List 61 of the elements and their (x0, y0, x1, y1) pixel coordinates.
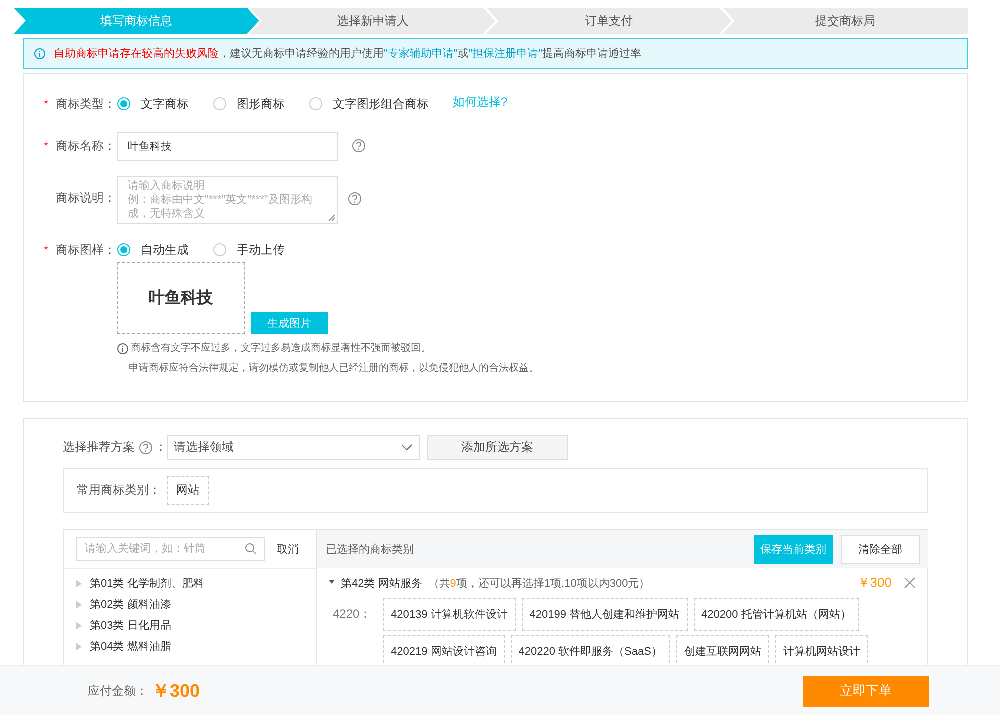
triangle-right-icon (76, 600, 82, 608)
field-label: 商标说明： (56, 190, 117, 207)
radio-icon (309, 97, 323, 111)
category-item[interactable]: 第04类 燃料油脂 (90, 639, 172, 654)
category-tag[interactable]: 网站 (167, 476, 209, 505)
radio-icon (117, 97, 131, 111)
radio-option[interactable]: 手动上传 (213, 240, 285, 260)
service-item[interactable]: 420200 托管计算机站（网站） (694, 598, 860, 631)
chevron-down-icon (401, 444, 413, 451)
field-label: 商标类型： (56, 96, 117, 113)
category-item[interactable]: 第03类 日化用品 (90, 618, 172, 633)
radio-icon (213, 97, 227, 111)
label-colon: ： (155, 439, 167, 456)
step-tab[interactable]: 选择新申请人 (250, 8, 496, 34)
clear-button[interactable]: 清除全部 (841, 534, 920, 564)
step-tab[interactable]: 订单支付 (486, 8, 732, 34)
required-mark: * (44, 242, 50, 259)
common-label: 常用商标类别： (77, 482, 161, 499)
close-icon (904, 577, 916, 589)
info-icon (34, 48, 46, 60)
resize-grip-icon (328, 214, 336, 222)
note-text: 申请商标应符合法律规定，请勿模仿或复制他人已经注册的商标，以免侵犯他人的合法权益。 (129, 362, 539, 376)
logo-preview: 叶鱼科技 (117, 262, 245, 334)
radio-option[interactable]: 文字商标 (117, 94, 189, 114)
triangle-right-icon (76, 622, 82, 630)
radio-icon (117, 243, 131, 257)
group-price: ￥300 (857, 574, 892, 592)
note-text: 商标含有文字不应过多，文字过多易造成商标显著性不强而被驳回。 (131, 342, 431, 356)
group-summary: （共9项，还可以再选择1项,10项以内300元） (428, 576, 652, 590)
category-item[interactable]: 第01类 化学制剂、肥料 (90, 576, 204, 591)
radio-option[interactable]: 图形商标 (213, 94, 285, 114)
radio-icon (213, 243, 227, 257)
help-icon (139, 440, 153, 454)
subgroup-code: 4220： (333, 606, 373, 623)
help-icon (352, 139, 366, 153)
add-plan-button[interactable]: 添加所选方案 (427, 435, 568, 460)
panel-title: 已选择的商标类别 (326, 542, 415, 556)
name-input[interactable]: 叶鱼科技 (117, 132, 338, 161)
field-label: 商标名称： (56, 138, 117, 155)
help-icon (348, 192, 362, 206)
required-mark: * (44, 96, 50, 113)
required-mark: * (44, 138, 50, 155)
alert-message: 自助商标申请存在较高的失败风险，建议无商标申请经验的用户使用"专家辅助申请"或"担保注册申请"提高商标申请通过率 (54, 46, 642, 61)
amount-value: ￥300 (152, 680, 202, 703)
service-item[interactable]: 420199 替他人创建和维护网站 (522, 598, 688, 631)
amount-label: 应付金额： (88, 682, 148, 700)
group-name: 第42类 网站服务 (341, 576, 422, 590)
triangle-right-icon (76, 580, 82, 588)
triangle-right-icon (76, 642, 82, 650)
domain-select[interactable]: 请选择领域 (167, 435, 420, 460)
cancel-button[interactable]: 取消 (277, 542, 299, 556)
plan-label: 选择推荐方案 (63, 439, 135, 456)
radio-option[interactable]: 自动生成 (117, 240, 189, 260)
field-label: 商标图样： (56, 242, 117, 259)
keyword-search-field[interactable]: 请输入关键词，如：针筒 (76, 537, 265, 561)
service-item[interactable]: 420139 计算机软件设计 (383, 598, 516, 631)
step-tab[interactable]: 提交商标局 (722, 8, 968, 34)
info-icon (117, 343, 129, 355)
radio-option[interactable]: 文字图形组合商标 (309, 94, 429, 114)
category-item[interactable]: 第02类 颜料油漆 (90, 597, 172, 612)
search-icon (245, 543, 257, 555)
